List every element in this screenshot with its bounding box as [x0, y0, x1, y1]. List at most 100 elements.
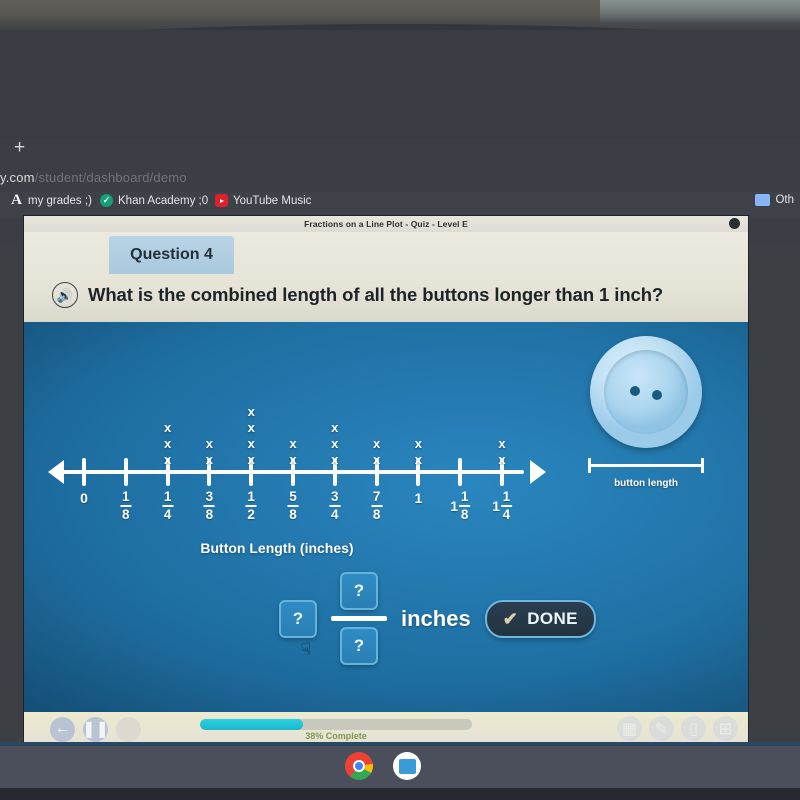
axis-tick-label: 38 — [203, 489, 215, 522]
x-mark-stack: xx — [289, 437, 296, 466]
x-mark: x — [163, 452, 172, 467]
calculator-icon[interactable]: ⊞ — [713, 716, 738, 741]
fraction-input-group: ? ? — [331, 572, 387, 665]
x-mark: x — [247, 420, 255, 435]
x-mark: x — [331, 452, 339, 467]
axis-tick-label: 12 — [245, 490, 257, 522]
question-text: What is the combined length of all the b… — [88, 284, 664, 305]
denominator-input[interactable]: ? — [340, 627, 378, 665]
fraction: 58 — [287, 489, 299, 522]
url-host: y.com — [0, 170, 35, 185]
quiz-app: Fractions on a Line Plot - Quiz - Level … — [24, 216, 748, 746]
axis-tick — [458, 458, 463, 486]
address-bar-text[interactable]: y.com/student/dashboard/demo — [0, 170, 187, 185]
fraction: 14 — [500, 489, 512, 522]
whole-number-input[interactable]: ? — [279, 599, 317, 638]
folder-icon — [755, 194, 771, 206]
x-mark: x — [289, 452, 297, 467]
button-graphic — [590, 336, 702, 448]
pause-icon[interactable]: ❚❚ — [82, 716, 109, 742]
question-number-tag: Question 4 — [109, 236, 234, 274]
button-illustration: button length — [580, 336, 720, 506]
fraction: 38 — [203, 489, 215, 522]
bookmark-my-grades[interactable]: A my grades ;) — [10, 192, 92, 208]
x-mark: x — [247, 436, 255, 451]
x-mark-stack: xx — [415, 437, 422, 466]
back-arrow-icon[interactable]: ← — [50, 716, 75, 742]
blank-icon — [116, 716, 141, 742]
axis-tick-label: 114 — [492, 489, 512, 522]
fraction: 78 — [371, 489, 383, 522]
glossary-icon[interactable]: ▦ — [617, 716, 642, 741]
numerator-input[interactable]: ? — [340, 572, 378, 610]
x-mark-stack: xx — [498, 437, 505, 466]
progress-bar-fill — [200, 719, 304, 730]
axis-tick-label: 118 — [450, 489, 471, 522]
chrome-icon[interactable] — [345, 752, 373, 780]
done-button-label: DONE — [527, 608, 578, 628]
pencil-icon[interactable]: ✎ — [649, 716, 674, 741]
x-mark-stack: xxxx — [248, 405, 255, 466]
x-mark-stack: xxx — [331, 421, 338, 466]
fraction: 18 — [459, 489, 471, 522]
app-toolbar: ← ❚❚ 38% Complete ▦ ✎ ▯ ⊞ — [24, 712, 748, 746]
x-mark: x — [414, 452, 423, 467]
answer-unit-label: inches — [401, 605, 471, 631]
button-hole-icon — [652, 390, 662, 400]
question-number-label: Question 4 — [130, 246, 213, 263]
progress-label: 38% Complete — [305, 731, 367, 741]
x-mark-stack: xx — [206, 437, 213, 466]
khan-academy-icon: ✓ — [100, 194, 113, 207]
question-row: 🔊 What is the combined length of all the… — [52, 282, 663, 308]
axis-tick — [123, 458, 128, 486]
app-titlebar: Fractions on a Line Plot - Quiz - Level … — [24, 216, 748, 232]
x-mark: x — [163, 436, 172, 451]
x-mark: x — [205, 452, 214, 467]
question-stage: 0181438125834781118114 xxxxxxxxxxxxxxxxx… — [24, 322, 748, 712]
fraction: 34 — [329, 489, 341, 522]
app-title: Fractions on a Line Plot - Quiz - Level … — [304, 219, 468, 229]
new-tab-button[interactable]: + — [14, 138, 25, 157]
axis-tick-label: 58 — [287, 489, 299, 522]
x-mark: x — [247, 452, 255, 467]
done-button[interactable]: ✔ DONE — [484, 599, 596, 638]
bookmark-label: Khan Academy ;0 — [118, 194, 209, 207]
url-path: /student/dashboard/demo — [34, 170, 187, 185]
notepad-icon[interactable]: ▯ — [681, 716, 706, 741]
x-mark: x — [372, 436, 381, 451]
x-mark-stack: xxx — [164, 421, 171, 466]
letter-a-icon: A — [11, 192, 22, 208]
fraction: 18 — [120, 489, 132, 522]
tab-strip — [0, 30, 800, 138]
measure-label: button length — [614, 478, 678, 489]
x-mark-stack: xx — [373, 437, 380, 466]
app-icon[interactable] — [393, 752, 421, 780]
app-close-dot[interactable] — [729, 218, 740, 229]
progress-bar — [200, 719, 472, 730]
axis-tick-label: 34 — [329, 489, 341, 522]
fraction-bar — [331, 616, 387, 621]
background-wall-sheen — [600, 0, 800, 24]
x-mark: x — [205, 436, 214, 451]
bookmark-youtube-music[interactable]: YouTube Music — [215, 194, 311, 207]
other-bookmarks-button[interactable]: Oth — [755, 194, 794, 206]
axis-title: Button Length (inches) — [200, 540, 354, 556]
fraction: 14 — [162, 489, 174, 522]
youtube-music-icon — [215, 194, 228, 207]
axis-tick-label: 78 — [371, 489, 383, 522]
axis-tick — [82, 458, 86, 486]
speaker-icon[interactable]: 🔊 — [52, 282, 78, 308]
bookmark-khan-academy[interactable]: ✓ Khan Academy ;0 — [100, 194, 208, 207]
answer-row: ? ? ? inches ✔ DONE — [279, 572, 596, 665]
x-mark: x — [498, 452, 506, 467]
button-hole-icon — [630, 386, 640, 396]
measure-bracket: button length — [588, 458, 704, 489]
x-mark: x — [331, 436, 339, 451]
other-bookmarks-label: Oth — [775, 194, 794, 206]
axis-tick-label: 14 — [162, 489, 174, 522]
bookmark-label: my grades ;) — [28, 194, 92, 207]
shelf-icons — [345, 752, 421, 780]
toolbar-right-icons: ▦ ✎ ▯ ⊞ — [617, 716, 738, 741]
axis-tick-label: 1 — [414, 490, 423, 506]
x-mark: x — [331, 420, 339, 435]
